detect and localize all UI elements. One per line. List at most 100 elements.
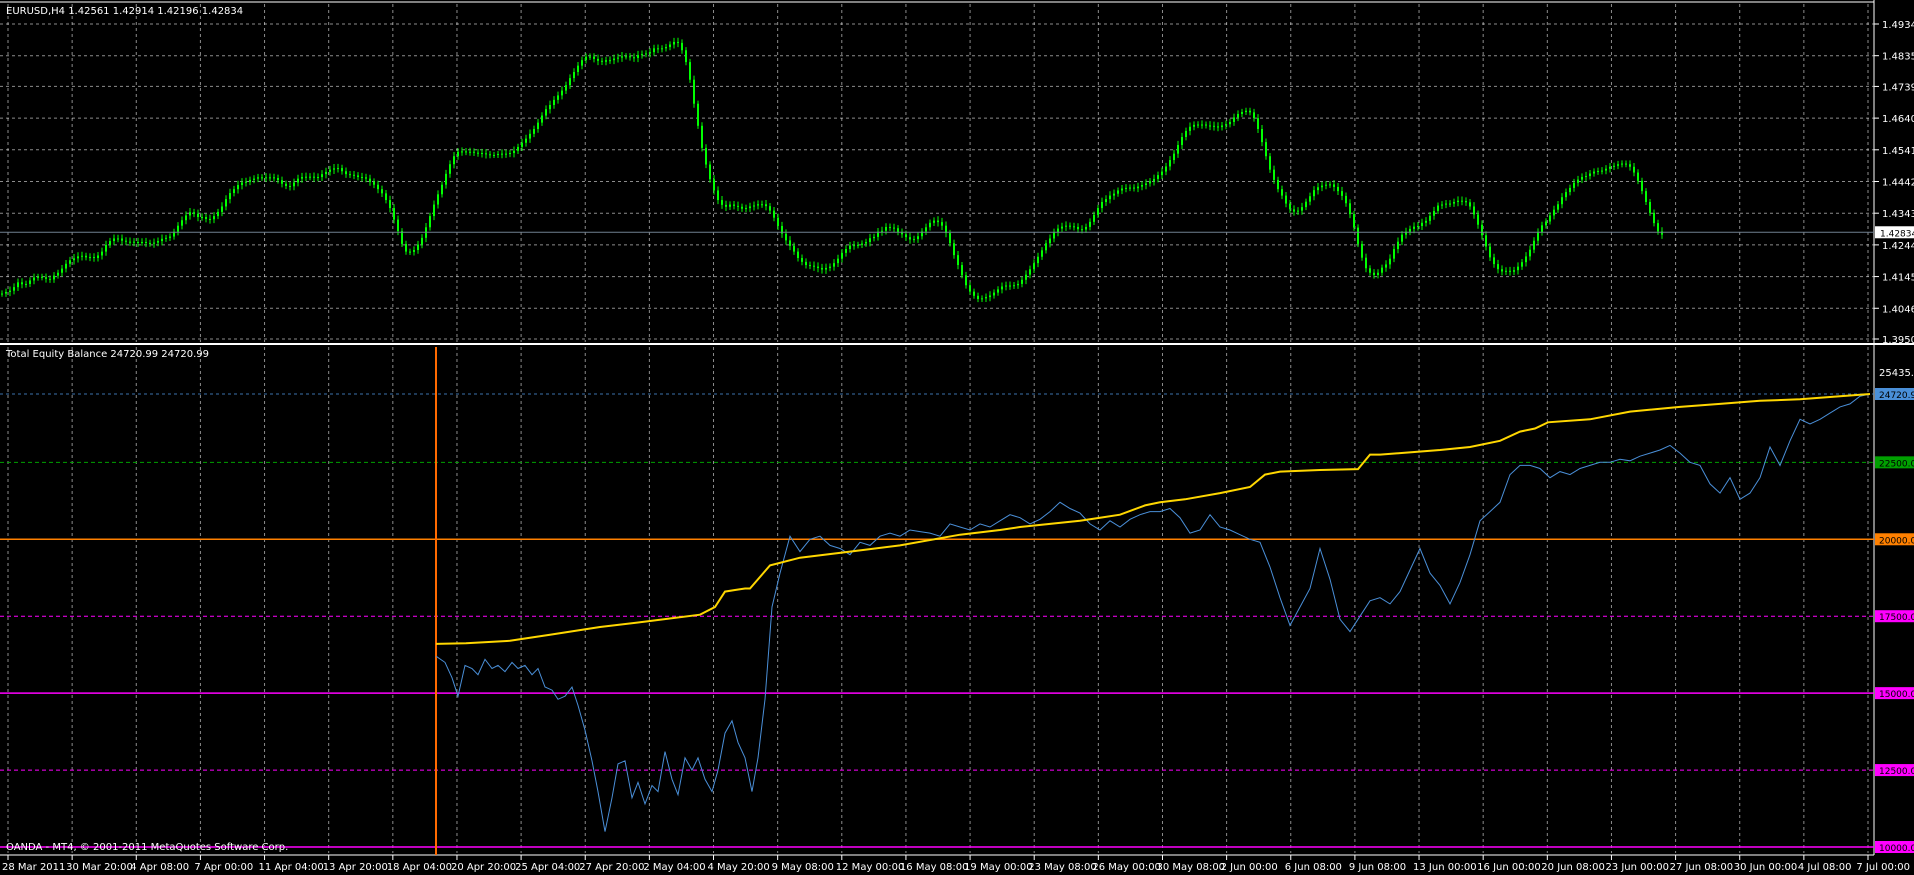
- candle-body: [437, 194, 439, 205]
- candle-body: [89, 257, 91, 259]
- candle-body: [361, 177, 363, 179]
- candle-body: [1561, 197, 1563, 205]
- candle-body: [1029, 269, 1031, 275]
- candle-body: [1129, 187, 1131, 189]
- candle-body: [265, 177, 267, 179]
- candle-body: [473, 151, 475, 153]
- candle-body: [449, 164, 451, 174]
- candle-body: [1285, 195, 1287, 204]
- candle-body: [869, 238, 871, 243]
- candle-body: [1501, 269, 1503, 272]
- candle-body: [1121, 188, 1123, 191]
- candle-body: [1341, 191, 1343, 196]
- candle-body: [237, 185, 239, 190]
- candle-body: [1141, 185, 1143, 187]
- candle-body: [669, 44, 671, 48]
- candle-body: [629, 56, 631, 58]
- candle-body: [1213, 125, 1215, 127]
- candle-body: [1273, 169, 1275, 180]
- candle-body: [53, 275, 55, 280]
- candle-body: [665, 47, 667, 49]
- time-tick-label: 20 Jun 08:00: [1541, 862, 1605, 873]
- candle-body: [1657, 223, 1659, 232]
- candle-body: [1569, 187, 1571, 193]
- chart-canvas[interactable]: 1.4934 1.48350 1.47390 1.46400 1.45410 1.4442…: [0, 0, 1914, 875]
- candle-body: [1549, 215, 1551, 222]
- candle-body: [529, 133, 531, 139]
- candle-body: [569, 78, 571, 86]
- candle-body: [45, 277, 47, 279]
- time-tick-label: 26 May 00:00: [1092, 862, 1161, 873]
- candle-body: [953, 243, 955, 256]
- terminal-chart-window: 1.4934 1.48350 1.47390 1.46400 1.45410 1.4442…: [0, 0, 1914, 875]
- candle-body: [889, 226, 891, 228]
- candle-body: [33, 277, 35, 281]
- candle-body: [1585, 176, 1587, 178]
- candle-body: [137, 242, 139, 244]
- candle-body: [233, 189, 235, 194]
- candle-body: [817, 266, 819, 268]
- candle-body: [693, 79, 695, 104]
- candle-body: [961, 265, 963, 276]
- candle-body: [93, 257, 95, 259]
- price-tick-label: 1.44420: [1882, 178, 1914, 189]
- candle-body: [1553, 209, 1555, 216]
- candle-body: [1645, 191, 1647, 202]
- candle-body: [1245, 110, 1247, 113]
- candle-body: [1389, 258, 1391, 265]
- candle-body: [1201, 124, 1203, 126]
- candle-body: [301, 177, 303, 179]
- candle-body: [505, 153, 507, 155]
- candle-body: [1253, 112, 1255, 119]
- time-tick-label: 9 Jun 08:00: [1349, 862, 1406, 873]
- candle-body: [977, 295, 979, 299]
- candle-body: [253, 178, 255, 180]
- candle-body: [1089, 221, 1091, 227]
- candle-body: [589, 56, 591, 58]
- candle-body: [357, 175, 359, 178]
- candle-body: [777, 217, 779, 226]
- candle-body: [1353, 214, 1355, 228]
- candle-body: [1609, 166, 1611, 169]
- candle-body: [249, 179, 251, 182]
- time-tick-label: 7 Jul 00:00: [1856, 862, 1910, 873]
- candle-body: [1109, 195, 1111, 200]
- candle-body: [1077, 226, 1079, 230]
- candle-body: [1197, 124, 1199, 126]
- candle-body: [1149, 181, 1151, 184]
- vertical-grid: [7, 4, 1869, 853]
- candle-body: [913, 239, 915, 241]
- candle-body: [389, 200, 391, 209]
- candle-body: [1413, 226, 1415, 229]
- candle-body: [1005, 285, 1007, 287]
- candle-body: [493, 154, 495, 156]
- candle-body: [141, 242, 143, 244]
- candle-body: [685, 50, 687, 63]
- candle-body: [609, 60, 611, 62]
- candle-body: [385, 193, 387, 201]
- candle-body: [229, 193, 231, 200]
- candle-body: [1521, 262, 1523, 267]
- candle-body: [97, 255, 99, 259]
- candle-body: [533, 129, 535, 134]
- candle-body: [1381, 267, 1383, 273]
- candle-body: [1085, 226, 1087, 230]
- equity-balance-lines: [435, 393, 1871, 832]
- candle-body: [1485, 235, 1487, 247]
- candle-body: [757, 204, 759, 206]
- time-tick-label: 9 May 08:00: [772, 862, 834, 873]
- candle-body: [1377, 272, 1379, 275]
- candle-body: [225, 199, 227, 207]
- candle-body: [101, 251, 103, 256]
- equity-axis-label: 25435.7: [1879, 368, 1914, 379]
- copyright-text: OANDA - MT4, © 2001-2011 MetaQuotes Soft…: [6, 842, 288, 853]
- candle-body: [213, 216, 215, 220]
- candle-body: [1137, 186, 1139, 189]
- candle-body: [1625, 163, 1627, 165]
- candle-body: [461, 151, 463, 153]
- candle-body: [1061, 226, 1063, 229]
- candle-body: [445, 173, 447, 185]
- candle-body: [857, 244, 859, 246]
- candle-body: [1249, 110, 1251, 113]
- candle-body: [1173, 153, 1175, 161]
